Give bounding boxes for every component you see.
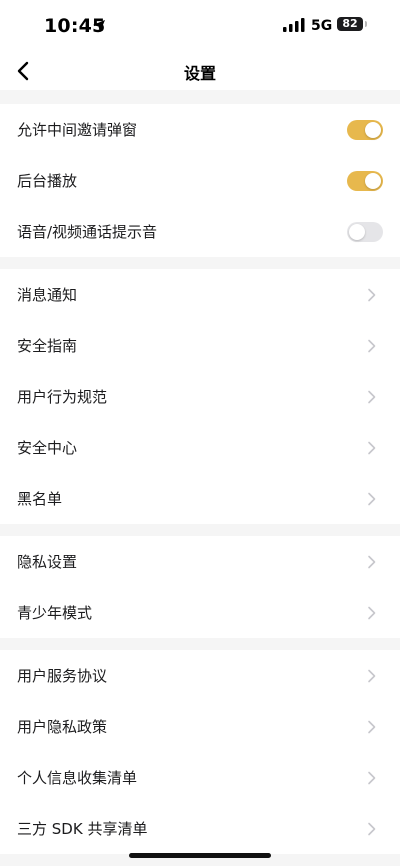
settings-group-legal: 用户服务协议 用户隐私政策 个人信息收集清单 三方 SDK 共享清单 [0, 650, 400, 854]
chevron-right-icon [368, 339, 376, 352]
chevron-right-icon [368, 390, 376, 403]
setting-row-info-collection-list[interactable]: 个人信息收集清单 [0, 752, 400, 803]
chevron-right-icon [368, 669, 376, 682]
setting-row-background-play: 后台播放 [0, 155, 400, 206]
setting-row-privacy-settings[interactable]: 隐私设置 [0, 536, 400, 587]
setting-label: 用户服务协议 [17, 667, 108, 685]
network-type: 5G [311, 18, 333, 34]
setting-row-blacklist[interactable]: 黑名单 [0, 473, 400, 524]
chevron-right-icon [368, 492, 376, 505]
battery-icon: 82 [337, 17, 363, 31]
chevron-right-icon [368, 606, 376, 619]
setting-row-safety-guide[interactable]: 安全指南 [0, 320, 400, 371]
chevron-right-icon [368, 555, 376, 568]
location-arrow-icon [93, 20, 105, 32]
setting-label: 用户隐私政策 [17, 718, 108, 736]
call-sound-toggle[interactable] [347, 221, 383, 242]
toggle-knob [365, 172, 381, 189]
signal-icon [283, 18, 305, 32]
settings-group-safety: 消息通知 安全指南 用户行为规范 安全中心 黑名单 [0, 269, 400, 524]
settings-group-privacy: 隐私设置 青少年模式 [0, 536, 400, 638]
setting-label: 安全中心 [17, 439, 78, 457]
setting-label: 青少年模式 [17, 604, 93, 622]
home-indicator [129, 853, 271, 858]
status-bar: 10:45 5G 82 [0, 0, 400, 52]
setting-label: 安全指南 [17, 337, 78, 355]
setting-row-conduct-rules[interactable]: 用户行为规范 [0, 371, 400, 422]
setting-row-security-center[interactable]: 安全中心 [0, 422, 400, 473]
setting-label: 三方 SDK 共享清单 [17, 820, 148, 838]
setting-row-invite-popup: 允许中间邀请弹窗 [0, 104, 400, 155]
setting-label: 用户行为规范 [17, 388, 108, 406]
chevron-right-icon [368, 288, 376, 301]
chevron-right-icon [368, 720, 376, 733]
chevron-right-icon [368, 771, 376, 784]
setting-label: 黑名单 [17, 490, 63, 508]
background-play-toggle[interactable] [347, 170, 383, 191]
setting-label: 后台播放 [17, 172, 78, 190]
toggle-knob [365, 121, 381, 138]
toggle-knob [349, 223, 365, 240]
setting-label: 消息通知 [17, 286, 78, 304]
setting-row-call-sound: 语音/视频通话提示音 [0, 206, 400, 257]
settings-group-toggles: 允许中间邀请弹窗 后台播放 语音/视频通话提示音 [0, 104, 400, 257]
page-title: 设置 [183, 64, 216, 83]
setting-row-sdk-sharing-list[interactable]: 三方 SDK 共享清单 [0, 803, 400, 854]
setting-label: 个人信息收集清单 [17, 769, 138, 787]
setting-row-privacy-policy[interactable]: 用户隐私政策 [0, 701, 400, 752]
chevron-right-icon [368, 822, 376, 835]
setting-row-service-agreement[interactable]: 用户服务协议 [0, 650, 400, 701]
setting-row-teen-mode[interactable]: 青少年模式 [0, 587, 400, 638]
setting-row-notifications[interactable]: 消息通知 [0, 269, 400, 320]
nav-bar: 设置 [0, 52, 400, 90]
setting-label: 语音/视频通话提示音 [17, 223, 158, 241]
settings-list: 允许中间邀请弹窗 后台播放 语音/视频通话提示音 消息通知 安全指南 用户行为规… [0, 104, 400, 866]
battery-tip [365, 21, 367, 27]
chevron-right-icon [368, 441, 376, 454]
setting-label: 隐私设置 [17, 553, 78, 571]
invite-popup-toggle[interactable] [347, 119, 383, 140]
setting-label: 允许中间邀请弹窗 [17, 121, 138, 139]
